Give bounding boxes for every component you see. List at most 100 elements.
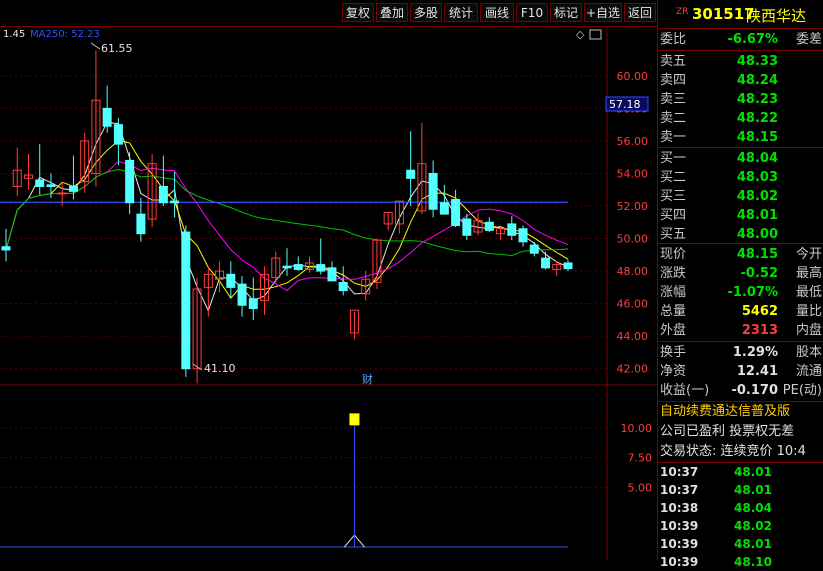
volume-indicator [0, 413, 568, 548]
svg-text:57.18: 57.18 [609, 98, 641, 111]
candle [248, 277, 258, 320]
statistics-button[interactable]: 统计 [444, 3, 478, 22]
f10-button[interactable]: F10 [516, 3, 548, 22]
price-tick: 52.00 [617, 200, 649, 213]
subscription-notice[interactable]: 自动续费通达信普及版 [660, 402, 823, 422]
volume-tick: 10.00 [621, 422, 653, 435]
stat-row-0: 现价 48.15 今开 [660, 247, 822, 262]
mark-button[interactable]: 标记 [550, 3, 582, 22]
price-tag: 57.18 [605, 96, 649, 112]
bid-row-3: 买三 48.02 [660, 189, 778, 204]
candle [136, 197, 146, 242]
candle [383, 212, 393, 231]
ask-row-1: 卖一 48.15 [660, 130, 778, 145]
ma250-label: MA250: 52.23 [30, 29, 100, 40]
candle [529, 241, 539, 257]
volume-tick: 5.00 [628, 481, 653, 494]
price-tick: 54.00 [617, 167, 649, 180]
kline-chart[interactable]: 1.45 MA250: 52.23 ◇ 60.0058.0056.0054.00… [0, 27, 657, 560]
price-axis: 60.0058.0056.0054.0052.0050.0048.0046.00… [617, 70, 649, 376]
price-tick: 44.00 [617, 330, 649, 343]
candle [417, 123, 427, 215]
candle [428, 160, 438, 218]
ma-prefix: 1.45 [3, 29, 25, 40]
price-tick: 46.00 [617, 298, 649, 311]
candle [1, 228, 11, 262]
candle [507, 215, 517, 241]
tick-row: 10:38 48.04 [660, 501, 772, 515]
price-tick: 60.00 [617, 70, 649, 83]
candle [12, 147, 22, 197]
stock-title: ZR 301517 陕西华达 [658, 0, 823, 27]
candle [181, 225, 191, 377]
candle [282, 248, 292, 276]
candle [496, 227, 506, 241]
bid-row-1: 买一 48.04 [660, 151, 778, 166]
finance-marker[interactable]: 财 [362, 372, 373, 386]
tick-row: 10:37 48.01 [660, 483, 772, 497]
candle [349, 309, 359, 340]
candle [439, 184, 449, 215]
fuquan-button[interactable]: 复权 [342, 3, 374, 22]
fin-row-2: 收益(一) -0.170 PE(动) [660, 383, 822, 398]
chart-toolbar: 复权 叠加 多股 统计 画线 F10 标记 +自选 返回 [0, 0, 657, 27]
back-button[interactable]: 返回 [624, 3, 656, 22]
candle [316, 238, 326, 275]
tick-row: 10:37 48.01 [660, 465, 772, 479]
ask-row-4: 卖四 48.24 [660, 73, 778, 88]
quote-panel: ZR 301517 陕西华达 委比 -6.67% 委差 卖五 48.33 卖四 48.… [657, 0, 823, 569]
candle [271, 251, 281, 283]
tick-row: 10:39 48.10 [660, 555, 772, 569]
svg-text:41.10: 41.10 [204, 362, 236, 375]
ask-row-5: 卖五 48.33 [660, 54, 778, 69]
candles [1, 50, 573, 384]
candle [125, 152, 135, 215]
candle [158, 155, 168, 206]
price-tick: 42.00 [617, 363, 649, 376]
volume-tick: 7.50 [628, 452, 653, 465]
candle [304, 256, 314, 273]
fin-row-0: 换手 1.29% 股本 [660, 345, 822, 360]
candle [226, 261, 236, 298]
add-watchlist-button[interactable]: +自选 [584, 3, 622, 22]
candle [260, 266, 270, 316]
ask-row-2: 卖二 48.22 [660, 111, 778, 126]
stat-row-3: 总量 5462 量比 [660, 304, 822, 319]
chart-grid [0, 27, 657, 560]
finance-event-marker[interactable] [349, 413, 360, 426]
stat-row-2: 涨幅 -1.07% 最低 [660, 285, 822, 300]
candle [113, 118, 123, 166]
stat-row-1: 涨跌 -0.52 最高 [660, 266, 822, 281]
ma-line [5, 168, 569, 257]
diamond-icon[interactable]: ◇ [576, 28, 585, 41]
candle [237, 275, 247, 317]
tick-row: 10:39 48.02 [660, 519, 772, 533]
candle [23, 153, 33, 190]
price-tick: 48.00 [617, 265, 649, 278]
tick-row: 10:39 48.01 [660, 537, 772, 551]
bid-row-5: 买五 48.00 [660, 227, 778, 242]
ask-row-3: 卖三 48.23 [660, 92, 778, 107]
high-annotation: 61.55 [90, 42, 133, 55]
candle [518, 225, 528, 247]
bid-row-4: 买四 48.01 [660, 208, 778, 223]
overlay-button[interactable]: 叠加 [376, 3, 408, 22]
candle [563, 259, 573, 272]
candle [293, 256, 303, 272]
stock-name: 陕西华达 [746, 7, 807, 25]
window-icon[interactable] [589, 29, 602, 40]
low-annotation: 41.10 [192, 362, 236, 375]
candle [406, 131, 416, 206]
draw-line-button[interactable]: 画线 [480, 3, 514, 22]
fin-row-1: 净资 12.41 流通 [660, 364, 822, 379]
candle [147, 153, 157, 228]
candle [327, 261, 337, 282]
company-info: 公司已盈利 投票权无差 [660, 424, 795, 439]
candle [203, 266, 213, 317]
candle [484, 217, 494, 233]
svg-text:61.55: 61.55 [101, 42, 133, 55]
price-tick: 50.00 [617, 233, 649, 246]
multi-stock-button[interactable]: 多股 [410, 3, 442, 22]
bid-row-2: 买二 48.03 [660, 170, 778, 185]
volume-axis: 10.00 7.50 5.00 [0, 422, 653, 494]
